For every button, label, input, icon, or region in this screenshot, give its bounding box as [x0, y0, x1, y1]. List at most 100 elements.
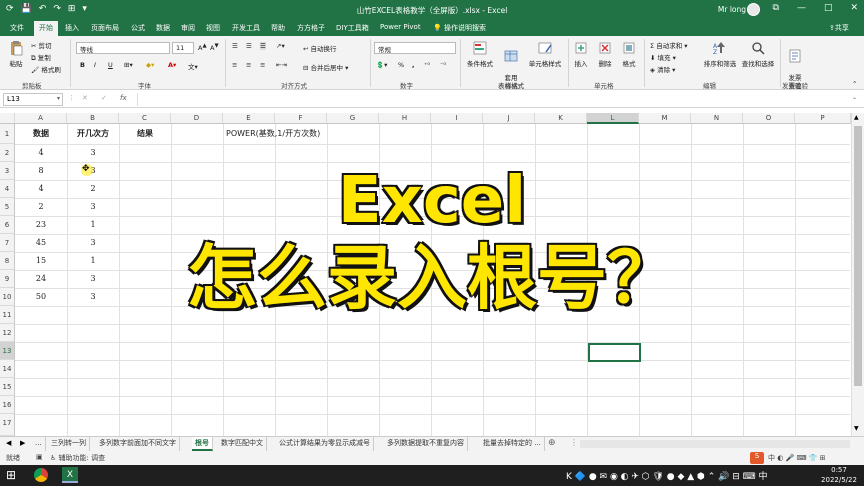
minimize-icon[interactable]: —	[797, 3, 806, 13]
tab-split-icon[interactable]: ⋮	[570, 438, 578, 447]
tab-file[interactable]: 文件	[10, 23, 24, 33]
number-format-select[interactable]: 常规	[374, 42, 456, 54]
tab-data[interactable]: 数据	[156, 23, 170, 33]
col-header-o[interactable]: O	[743, 113, 795, 124]
col-header-b[interactable]: B	[67, 113, 119, 124]
col-header-p[interactable]: P	[795, 113, 851, 124]
ime-tray-icons[interactable]: 中 ◐ 🎤 ⌨ 👕 ⊞	[768, 453, 826, 463]
scroll-up-icon[interactable]: ▲	[854, 114, 859, 121]
col-header-i[interactable]: I	[431, 113, 483, 124]
sheet-tab[interactable]: 批量去掉特定的 ...	[480, 437, 545, 451]
col-header-h[interactable]: H	[379, 113, 431, 124]
cell-a1[interactable]: 数据	[15, 128, 67, 139]
col-header-a[interactable]: A	[15, 113, 67, 124]
cut-button[interactable]: ✂ 剪切	[31, 40, 52, 50]
name-box[interactable]: L13	[3, 93, 63, 106]
sheet-tab[interactable]: 公式计算结果为零显示成减号	[276, 437, 374, 451]
bold-button[interactable]: B	[80, 61, 85, 69]
row-header[interactable]: 12	[0, 324, 15, 342]
tab-insert[interactable]: 插入	[65, 23, 79, 33]
user-name[interactable]: Mr long	[718, 5, 746, 14]
col-header-e[interactable]: E	[223, 113, 275, 124]
comma-button[interactable]: ,	[412, 61, 414, 69]
cancel-icon[interactable]: ✕	[82, 94, 88, 102]
sheet-tab-more[interactable]: ...	[32, 437, 46, 451]
tab-page-layout[interactable]: 页面布局	[91, 23, 119, 33]
tab-formulas[interactable]: 公式	[131, 23, 145, 33]
cell-styles-button[interactable]: 单元格样式	[526, 40, 564, 68]
active-cell-l13[interactable]	[588, 343, 641, 362]
fill-button[interactable]: ⬇ 填充 ▾	[650, 52, 676, 62]
accessibility-status[interactable]: ♿ 辅助功能: 调查	[50, 453, 105, 463]
align-top-icon[interactable]: ☰	[232, 42, 238, 50]
tab-home[interactable]: 开始	[34, 21, 58, 36]
underline-button[interactable]: U	[108, 61, 113, 69]
sheet-tab[interactable]: 数字匹配中文	[218, 437, 267, 451]
align-center-icon[interactable]: ≡	[246, 61, 251, 69]
tell-me-search[interactable]: 💡 操作说明搜索	[433, 23, 486, 33]
delete-cells-button[interactable]: 删除	[596, 40, 614, 68]
sort-filter-button[interactable]: AZ 排序和筛选	[702, 40, 738, 68]
fill-color-icon[interactable]: ◆▾	[146, 61, 154, 69]
tab-power-pivot[interactable]: Power Pivot	[380, 23, 421, 31]
confirm-icon[interactable]: ✓	[101, 94, 107, 102]
cell-c1[interactable]: 结果	[119, 128, 171, 139]
tray-app-icons[interactable]: K 🔷 ● ✉ ◉ ◐ ✈ ⬡ 🛡 ● ◆ ▲ ⬢ ⌃ 🔊 ⊟ ⌨ 中	[566, 469, 768, 482]
col-header-f[interactable]: F	[275, 113, 327, 124]
tab-fangfang[interactable]: 方方格子	[297, 23, 325, 33]
col-header-n[interactable]: N	[691, 113, 743, 124]
col-header-d[interactable]: D	[171, 113, 223, 124]
chrome-icon[interactable]	[34, 468, 48, 482]
format-painter-button[interactable]: 🖌 格式刷	[31, 64, 61, 74]
decrease-decimal-icon[interactable]: ⁻⁰	[440, 61, 446, 69]
merge-center-button[interactable]: ⊟ 合并后居中 ▾	[303, 62, 348, 72]
cell-e1[interactable]: POWER(基数,1/开方次数)	[226, 128, 320, 139]
indent-icon[interactable]: ⇤⇥	[276, 61, 287, 69]
tab-view[interactable]: 视图	[206, 23, 220, 33]
border-icon[interactable]: ⊞▾	[124, 61, 133, 69]
sheet-tab[interactable]: 多列数字前面加不同文字	[96, 437, 180, 451]
close-icon[interactable]: ✕	[850, 3, 858, 13]
find-select-button[interactable]: 查找和选择	[740, 40, 776, 68]
orientation-icon[interactable]: ↗▾	[276, 42, 285, 50]
wrap-text-button[interactable]: ↩ 自动换行	[303, 43, 337, 53]
row-header[interactable]: 1	[0, 124, 15, 144]
row-header[interactable]: 16	[0, 396, 15, 414]
macro-record-icon[interactable]: ▣	[36, 453, 43, 461]
sheet-tab-active[interactable]: 根号	[192, 437, 213, 451]
row-header[interactable]: 13	[0, 342, 15, 360]
font-size-select[interactable]: 11	[172, 42, 194, 54]
tab-developer[interactable]: 开发工具	[232, 23, 260, 33]
row-header[interactable]: 15	[0, 378, 15, 396]
tab-review[interactable]: 审阅	[181, 23, 195, 33]
row-header[interactable]: 14	[0, 360, 15, 378]
tab-help[interactable]: 帮助	[271, 23, 285, 33]
excel-taskbar-icon[interactable]: X	[62, 467, 78, 483]
paste-button[interactable]: 粘贴	[6, 40, 26, 68]
col-header-c[interactable]: C	[119, 113, 171, 124]
align-middle-icon[interactable]: ☰	[246, 42, 252, 50]
col-header-l[interactable]: L	[587, 113, 639, 124]
align-right-icon[interactable]: ≡	[260, 61, 265, 69]
next-sheet-icon[interactable]: ▶	[20, 439, 25, 447]
ime-s-icon[interactable]: S	[750, 452, 764, 464]
currency-icon[interactable]: 💲▾	[376, 61, 387, 69]
col-header-k[interactable]: K	[535, 113, 587, 124]
clock-time[interactable]: 0:57	[822, 466, 856, 474]
maximize-icon[interactable]: □	[824, 3, 833, 13]
font-color-button[interactable]: A▾	[168, 61, 176, 69]
sheet-tab[interactable]: 三列转一列	[48, 437, 90, 451]
name-box-dropdown-icon[interactable]: ▾	[57, 95, 60, 102]
cell-b2[interactable]: 3	[67, 148, 119, 157]
conditional-format-button[interactable]: 条件格式	[462, 40, 498, 68]
expand-formula-icon[interactable]: ⌄	[852, 94, 857, 101]
align-bottom-icon[interactable]: ☰	[260, 42, 266, 50]
sheet-tab[interactable]: 多列数据提取不重复内容	[384, 437, 468, 451]
insert-cells-button[interactable]: 插入	[572, 40, 590, 68]
row-header[interactable]: 17	[0, 414, 15, 436]
share-button[interactable]: ⇪共享	[829, 23, 849, 33]
ribbon-display-icon[interactable]: ⧉	[773, 3, 779, 13]
formula-input[interactable]	[137, 93, 849, 106]
add-sheet-icon[interactable]: ⊕	[548, 438, 556, 448]
cell-b1[interactable]: 开几次方	[67, 128, 119, 139]
